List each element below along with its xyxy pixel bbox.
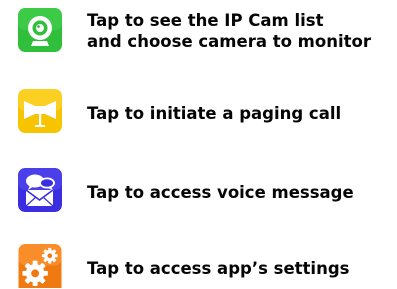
ip-camera-icon[interactable] <box>18 8 62 52</box>
voice-message-icon[interactable] <box>18 168 62 212</box>
paging-speaker-icon[interactable] <box>18 89 62 133</box>
gear-settings-icon[interactable] <box>18 244 62 289</box>
ip-cam-help-line1: Tap to see the IP Cam list <box>87 11 324 30</box>
paging-help-text: Tap to initiate a paging call <box>87 104 342 123</box>
ip-cam-help-line2: and choose camera to monitor <box>87 32 371 51</box>
settings-help-text: Tap to access app’s settings <box>87 259 350 278</box>
voice-message-help-text: Tap to access voice message <box>87 183 354 202</box>
ip-cam-help-text: Tap to see the IP Cam list and choose ca… <box>87 10 371 52</box>
